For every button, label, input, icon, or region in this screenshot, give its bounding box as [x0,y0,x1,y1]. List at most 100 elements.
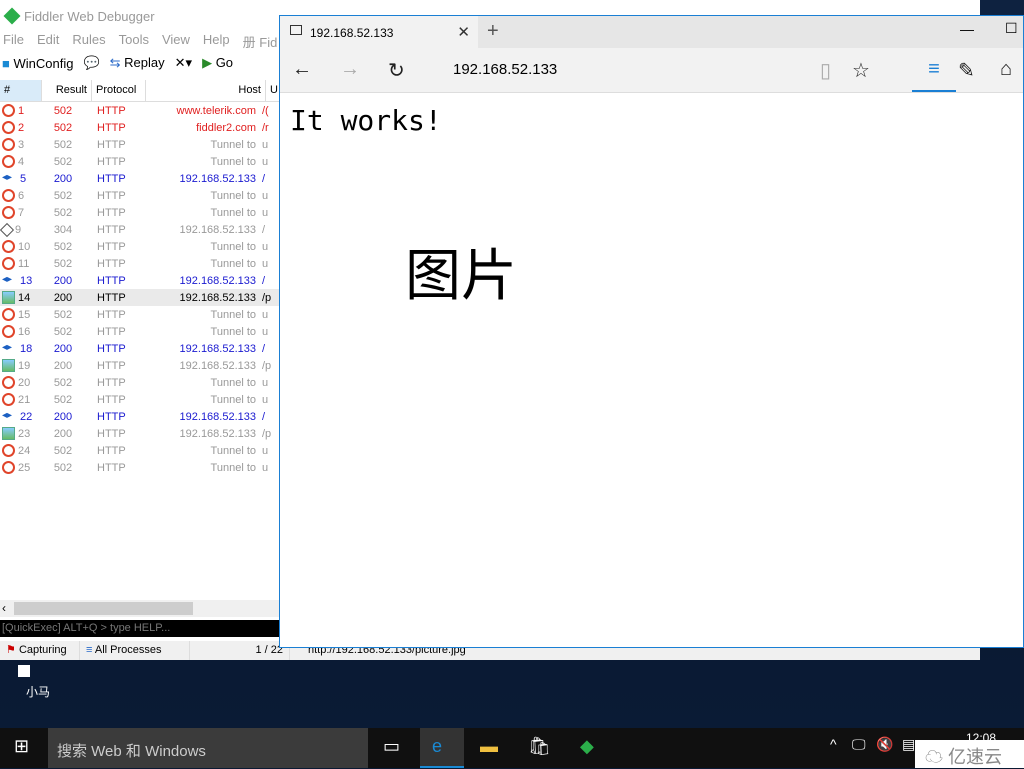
session-protocol: HTTP [97,121,126,134]
session-id: 9 [15,223,22,236]
col-number[interactable]: # [0,80,42,101]
comment-icon[interactable]: 💬 [83,55,99,71]
session-id: 13 [20,274,33,287]
session-row[interactable]: 2 502 HTTP fiddler2.com /r [0,119,280,136]
new-tab-icon[interactable]: + [487,20,499,43]
capturing-toggle[interactable]: ⚑ Capturing [0,641,80,660]
session-row[interactable]: ◂▸ 13 200 HTTP 192.168.52.133 / [0,272,280,289]
session-url: u [262,138,269,151]
scrollbar-thumb[interactable] [14,602,193,615]
session-url: u [262,155,269,168]
address-bar[interactable]: 192.168.52.133 [453,61,557,78]
menu-view[interactable]: View [162,32,190,50]
task-view-icon[interactable]: ▭ [383,736,400,757]
process-filter[interactable]: ≡ All Processes [80,641,190,660]
session-protocol: HTTP [97,274,126,287]
session-url: u [262,240,269,253]
browser-tab[interactable]: 192.168.52.133 ✕ [280,16,478,48]
edge-taskbar-icon[interactable]: e [420,728,464,768]
session-list: 1 502 HTTP www.telerik.com /(2 502 HTTP … [0,102,280,476]
image-icon [2,427,15,440]
blocked-icon [2,376,15,389]
web-note-icon[interactable]: ✎ [958,58,975,83]
horizontal-scrollbar[interactable]: ‹ [0,600,280,617]
session-row[interactable]: 4 502 HTTP Tunnel to u [0,153,280,170]
fiddler-logo-icon [3,7,21,25]
session-row[interactable]: 19 200 HTTP 192.168.52.133 /p [0,357,280,374]
maximize-icon[interactable]: ☐ [1005,20,1018,37]
menu-help[interactable]: Help [203,32,230,50]
session-host: Tunnel to [210,308,256,321]
quickexec-input[interactable]: [QuickExec] ALT+Q > type HELP... [0,620,280,637]
go-button[interactable]: ▶ Go [202,55,233,71]
file-explorer-icon[interactable]: ▬ [480,736,498,757]
session-row[interactable]: 6 502 HTTP Tunnel to u [0,187,280,204]
menu-file[interactable]: File [3,32,24,50]
close-tab-icon[interactable]: ✕ [457,23,470,41]
blocked-icon [2,189,15,202]
session-id: 7 [18,206,25,219]
session-row[interactable]: 25 502 HTTP Tunnel to u [0,459,280,476]
refresh-icon[interactable]: ↻ [388,58,405,83]
session-row[interactable]: 11 502 HTTP Tunnel to u [0,255,280,272]
session-row[interactable]: 10 502 HTTP Tunnel to u [0,238,280,255]
start-windows-icon[interactable]: ⊞ [14,736,29,757]
taskbar-search[interactable]: 搜索 Web 和 Windows [48,728,368,768]
menu-fiddler[interactable]: 册 Fid [243,32,278,50]
session-url: / [262,342,266,355]
store-icon[interactable]: 🛍 [528,736,551,757]
col-protocol[interactable]: Protocol [92,80,146,101]
session-host: Tunnel to [210,189,256,202]
session-row[interactable]: 24 502 HTTP Tunnel to u [0,442,280,459]
session-row[interactable]: ◂▸ 5 200 HTTP 192.168.52.133 / [0,170,280,187]
html-icon: ◂▸ [2,342,13,353]
session-row[interactable]: 7 502 HTTP Tunnel to u [0,204,280,221]
session-row[interactable]: 1 502 HTTP www.telerik.com /( [0,102,280,119]
browser-navbar: ← → ↻ 192.168.52.133 ▯ ☆ ≡ ✎ ⌂ [280,48,1023,93]
session-protocol: HTTP [97,325,126,338]
session-url: u [262,206,269,219]
session-id: 21 [18,393,31,406]
session-url: u [262,308,269,321]
session-row[interactable]: 20 502 HTTP Tunnel to u [0,374,280,391]
back-icon[interactable]: ← [292,58,312,81]
fiddler-taskbar-icon[interactable]: ◆ [580,736,594,757]
blocked-icon [2,325,15,338]
menu-rules[interactable]: Rules [72,32,105,50]
menu-edit[interactable]: Edit [37,32,59,50]
col-result[interactable]: Result [42,80,92,101]
desktop-shortcut[interactable]: 小马 [18,665,58,700]
favorite-star-icon[interactable]: ☆ [852,58,870,83]
share-icon[interactable]: ⌂ [1000,58,1012,81]
session-row[interactable]: 16 502 HTTP Tunnel to u [0,323,280,340]
session-host: Tunnel to [210,393,256,406]
forward-icon[interactable]: → [340,58,360,81]
session-url: u [262,444,269,457]
session-protocol: HTTP [97,223,126,236]
reading-view-icon[interactable]: ▯ [820,58,831,83]
volume-muted-icon[interactable]: 🔇 [876,736,893,753]
session-row[interactable]: 14 200 HTTP 192.168.52.133 /p [0,289,280,306]
blocked-icon [2,308,15,321]
session-row[interactable]: 3 502 HTTP Tunnel to u [0,136,280,153]
show-hidden-icons[interactable]: ^ [830,736,837,752]
session-row[interactable]: 23 200 HTTP 192.168.52.133 /p [0,425,280,442]
replay-button[interactable]: ⇆ Replay [110,55,165,71]
remove-button[interactable]: ✕▾ [175,55,192,71]
session-row[interactable]: 9 304 HTTP 192.168.52.133 / [0,221,280,238]
session-url: /p [262,359,272,372]
session-row[interactable]: ◂▸ 18 200 HTTP 192.168.52.133 / [0,340,280,357]
action-center-icon[interactable]: ▤ [902,736,915,753]
hub-icon[interactable]: ≡ [912,58,956,92]
col-host[interactable]: Host [146,80,266,101]
winconfig-button[interactable]: ■ WinConfig [2,56,73,71]
session-host: Tunnel to [210,257,256,270]
session-id: 18 [20,342,33,355]
menu-tools[interactable]: Tools [119,32,149,50]
session-row[interactable]: ◂▸ 22 200 HTTP 192.168.52.133 / [0,408,280,425]
network-icon[interactable]: 🖵 [852,736,866,753]
minimize-icon[interactable]: — [960,21,974,37]
session-row[interactable]: 21 502 HTTP Tunnel to u [0,391,280,408]
session-row[interactable]: 15 502 HTTP Tunnel to u [0,306,280,323]
col-url[interactable]: U [266,80,280,101]
